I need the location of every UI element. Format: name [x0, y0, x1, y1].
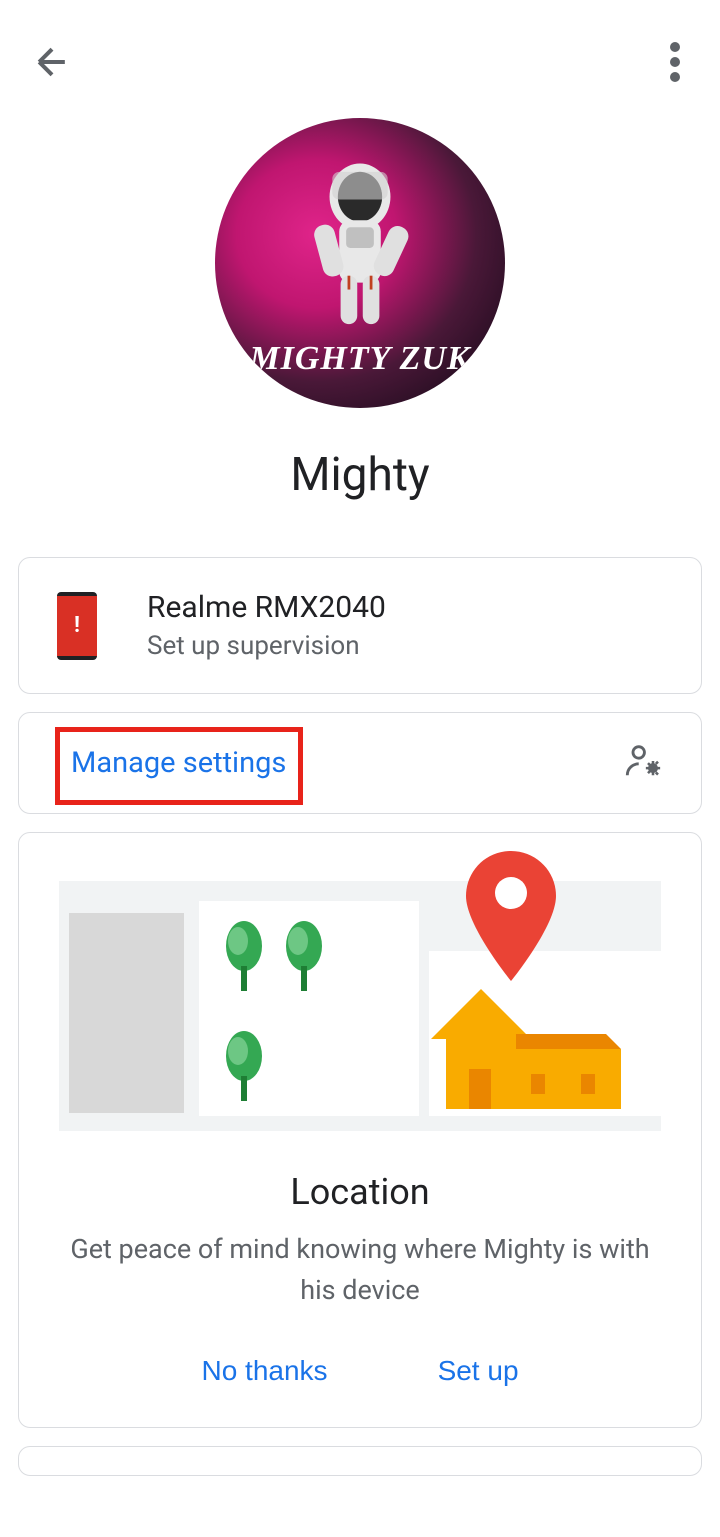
location-description: Get peace of mind knowing where Mighty i…	[59, 1229, 661, 1310]
profile-avatar[interactable]: MIGHTY ZUK	[215, 118, 505, 408]
setup-button[interactable]: Set up	[438, 1355, 519, 1387]
house-icon	[431, 989, 621, 1113]
avatar-text: MIGHTY ZUK	[249, 340, 470, 378]
manage-settings-card[interactable]: Manage settings	[18, 712, 702, 814]
device-name: Realme RMX2040	[147, 590, 386, 625]
manage-settings-label: Manage settings	[71, 746, 286, 780]
profile-name: Mighty	[290, 448, 429, 502]
phone-alert-icon: !	[57, 592, 97, 660]
location-card: Location Get peace of mind knowing where…	[18, 832, 702, 1428]
no-thanks-button[interactable]: No thanks	[201, 1355, 327, 1387]
astronaut-icon	[290, 158, 430, 338]
back-arrow-icon[interactable]	[30, 40, 74, 88]
partial-card	[18, 1446, 702, 1476]
device-card[interactable]: ! Realme RMX2040 Set up supervision	[18, 557, 702, 694]
tree-icon	[224, 1031, 264, 1101]
more-options-icon[interactable]	[666, 42, 690, 86]
tree-icon	[224, 921, 264, 991]
person-gear-icon	[623, 743, 663, 783]
location-illustration	[59, 881, 661, 1131]
device-subtitle: Set up supervision	[147, 631, 386, 661]
location-title: Location	[59, 1171, 661, 1213]
tree-icon	[284, 921, 324, 991]
location-pin-icon	[461, 851, 561, 985]
